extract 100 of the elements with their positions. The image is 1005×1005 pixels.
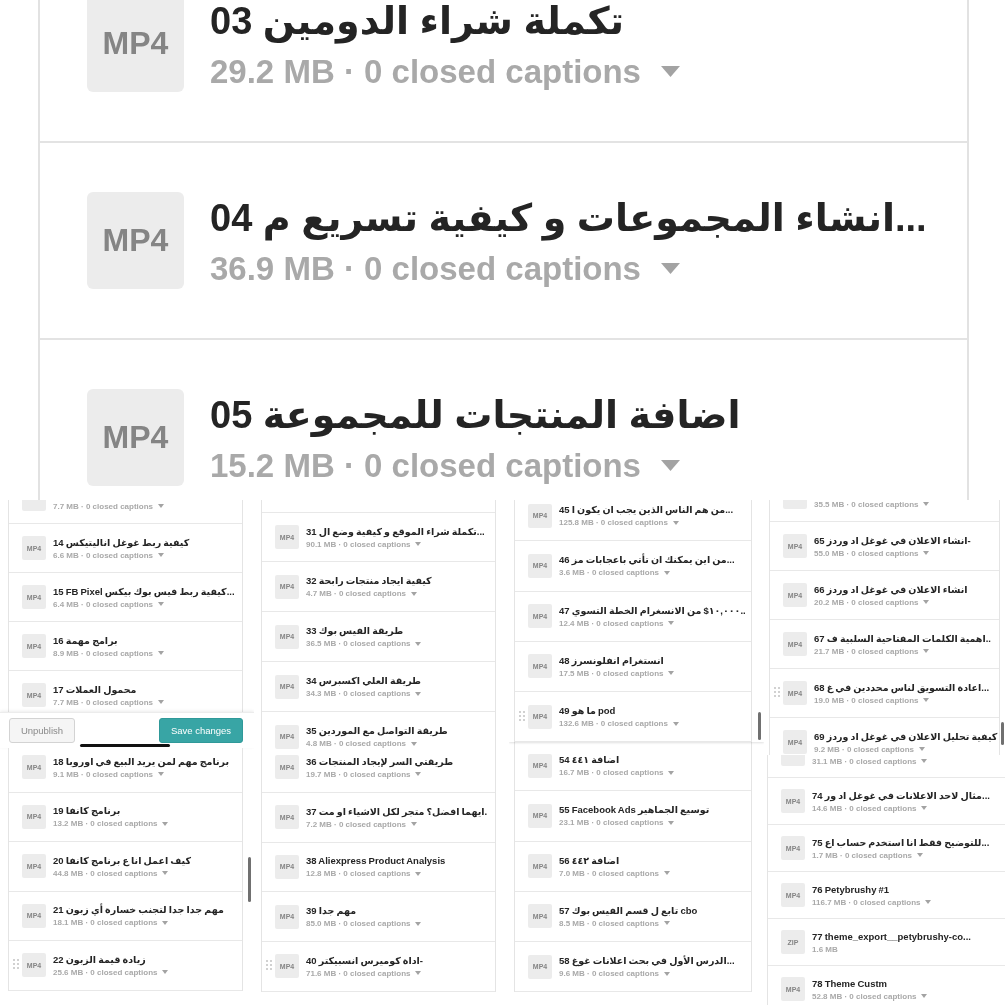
caret-icon[interactable] <box>668 820 675 825</box>
caret-icon[interactable] <box>668 770 675 775</box>
file-meta: 36.5 MB · 0 closed captions <box>306 638 411 649</box>
drag-handle-icon[interactable] <box>266 960 272 971</box>
caret-icon[interactable] <box>415 921 422 926</box>
file-title: 17 محمول العملات <box>53 682 137 697</box>
file-meta: 9.6 MB · 0 closed captions <box>559 968 660 980</box>
file-type-tile: MP4 <box>87 0 184 92</box>
file-title: 48 انستغرام انفلونسرز <box>559 653 664 668</box>
caret-icon[interactable] <box>921 759 928 763</box>
file-title: 16 برامج مهمة <box>53 633 118 648</box>
caret-icon[interactable] <box>158 700 165 704</box>
file-title: 22 زيادة قيمة الزبون <box>53 952 146 967</box>
caret-icon[interactable] <box>158 772 165 777</box>
file-title: 03 تكملة شراء الدومين <box>210 0 624 44</box>
caret-icon[interactable] <box>672 721 679 726</box>
caret-icon[interactable] <box>923 600 930 604</box>
file-title: 56 اضافة ٤٤٢ <box>559 853 620 868</box>
caret-icon[interactable] <box>921 994 928 998</box>
drag-handle-icon[interactable] <box>519 710 525 721</box>
caret-icon[interactable] <box>664 570 671 575</box>
caret-icon[interactable] <box>158 553 165 557</box>
file-title: 39 مهم جدا <box>306 904 357 919</box>
caret-icon[interactable] <box>919 747 926 751</box>
caret-icon[interactable] <box>415 691 422 696</box>
file-title: 20 كيف اعمل انا ع برنامج كانفا <box>53 853 191 868</box>
file-title: 38 Aliexpress Product Analysis <box>306 854 446 869</box>
caret-icon[interactable] <box>664 921 671 926</box>
caret-icon[interactable] <box>668 621 675 626</box>
file-title: 68 اعادة التسويق لناس محددين في غ... <box>814 680 990 695</box>
caret-icon[interactable] <box>411 741 418 746</box>
file-meta: 55.0 MB · 0 closed captions <box>814 547 919 559</box>
file-meta: 12.4 MB · 0 closed captions <box>559 617 664 629</box>
file-title: 04 انشاء المجموعات و كيفية تسريع م... <box>210 195 927 241</box>
file-type-tile: MP4 <box>87 389 184 486</box>
file-meta: 19.7 MB · 0 closed captions <box>306 768 411 780</box>
caret-icon[interactable] <box>664 871 671 876</box>
file-title: 76 Petybrushy #1 <box>812 882 890 897</box>
file-meta: 16.7 MB · 0 closed captions <box>559 767 664 779</box>
file-title: 32 كيفية ايجاد منتجات رابحة <box>306 574 432 588</box>
caret-icon[interactable] <box>923 698 930 702</box>
caret-icon[interactable] <box>158 602 165 606</box>
caret-icon[interactable] <box>411 591 418 596</box>
file-title: 40 اداة كوميرس انسبيكتر- <box>306 953 423 968</box>
file-meta: 9.2 MB · 0 closed captions <box>814 743 915 755</box>
file-title: 65 انشاء الاعلان في غوغل اد وردز- <box>814 533 971 548</box>
caret-icon[interactable] <box>664 971 671 976</box>
caret-icon[interactable] <box>660 460 680 471</box>
file-title: 75 للتوضيح فقط انا استخدم حساب اع... <box>812 835 990 850</box>
file-title: 54 اضافة ٤٤١ <box>559 753 620 768</box>
file-meta: 19.0 MB · 0 closed captions <box>814 694 919 706</box>
drag-handle-icon[interactable] <box>13 959 19 970</box>
file-meta: 4.7 MB · 0 closed captions <box>306 588 407 599</box>
caret-icon[interactable] <box>923 649 930 653</box>
caret-icon[interactable] <box>411 822 418 827</box>
caret-icon[interactable] <box>672 520 679 525</box>
file-title: 21 مهم جدا جدا لتجنب خسارة أي زبون <box>53 903 224 918</box>
caret-icon[interactable] <box>415 641 422 646</box>
file-title: 49 ما هو pod <box>559 704 616 719</box>
file-title: 67 اهمية الكلمات المفتاحية السلبية ف.. <box>814 631 991 646</box>
caret-icon[interactable] <box>660 66 680 77</box>
file-meta: 52.8 MB · 0 closed captions <box>812 990 917 1002</box>
file-meta: 1.7 MB · 0 closed captions <box>812 849 913 861</box>
file-title: 19 برنامج كانفا <box>53 804 121 819</box>
caret-icon[interactable] <box>158 504 165 508</box>
caret-icon[interactable] <box>162 970 169 975</box>
caret-icon[interactable] <box>162 821 169 826</box>
unpublish-button[interactable]: Unpublish <box>9 718 75 743</box>
file-meta: 7.7 MB · 0 closed captions <box>53 500 154 512</box>
caret-icon[interactable] <box>415 871 422 876</box>
file-title: 46 من اين يمكنك ان تأتي باعجابات مز... <box>559 553 735 568</box>
caret-icon[interactable] <box>660 263 680 274</box>
caret-icon[interactable] <box>158 651 165 655</box>
file-meta: 7.0 MB · 0 closed captions <box>559 867 660 879</box>
caret-icon[interactable] <box>415 971 422 976</box>
file-meta: 7.2 MB · 0 closed captions <box>306 818 407 830</box>
file-title: 66 انشاء الاعلان في غوغل اد وردز <box>814 582 968 597</box>
file-meta: 85.0 MB · 0 closed captions <box>306 918 411 930</box>
file-meta: 6.4 MB · 0 closed captions <box>53 598 154 610</box>
file-title: 35 طريقة التواصل مع الموردين <box>306 724 448 738</box>
caret-icon[interactable] <box>415 772 422 777</box>
caret-icon[interactable] <box>917 853 924 857</box>
drag-handle-icon[interactable] <box>774 687 780 697</box>
caret-icon[interactable] <box>162 871 169 876</box>
caret-icon[interactable] <box>162 920 169 925</box>
caret-icon[interactable] <box>923 502 930 506</box>
file-meta: 36.9 MB · 0 closed captions <box>210 250 641 287</box>
file-meta: 9.1 MB · 0 closed captions <box>53 768 154 780</box>
save-button[interactable]: Save changes <box>159 718 243 743</box>
file-type-tile: MP4 <box>87 192 184 289</box>
file-title: 37 ايهما افضل؟ متجر لكل الاشياء او مت. <box>306 804 488 819</box>
caret-icon[interactable] <box>921 806 928 810</box>
file-title: 34 طريقة العلي اكسبرس <box>306 674 422 688</box>
file-meta: 132.6 MB · 0 closed captions <box>559 718 668 730</box>
caret-icon[interactable] <box>925 900 932 904</box>
file-meta: 4.8 MB · 0 closed captions <box>306 738 407 749</box>
caret-icon[interactable] <box>668 671 675 676</box>
file-meta: 13.2 MB · 0 closed captions <box>53 818 158 830</box>
caret-icon[interactable] <box>923 551 930 555</box>
caret-icon[interactable] <box>415 542 422 546</box>
